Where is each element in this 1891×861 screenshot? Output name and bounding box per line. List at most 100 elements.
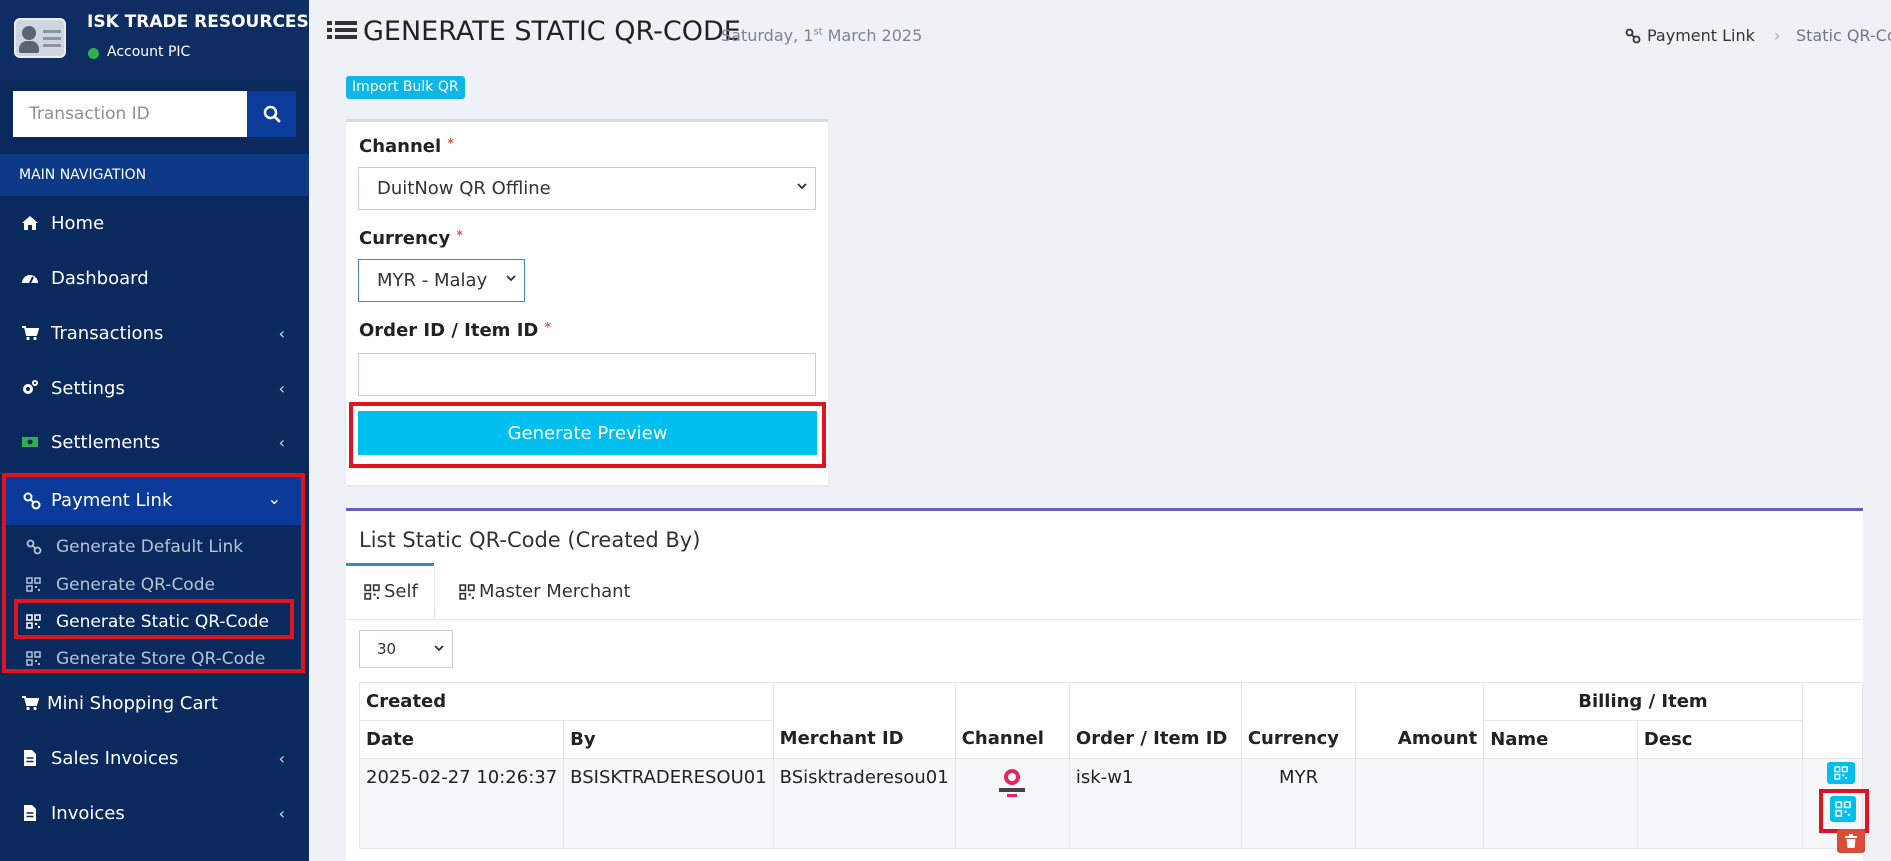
generate-preview-highlight: Generate Preview xyxy=(349,402,826,468)
chevron-left-icon: ‹ xyxy=(278,748,285,768)
qrcode-icon xyxy=(26,650,42,667)
breadcrumb-separator-icon: › xyxy=(1774,26,1781,45)
list-icon xyxy=(327,21,357,39)
sidebar-item-payment-link[interactable]: Payment Link ⌄ xyxy=(6,477,301,525)
column-actions xyxy=(1801,682,1864,759)
avatar xyxy=(14,18,66,58)
sidebar-item-label: Invoices xyxy=(51,802,125,824)
page-size-select[interactable]: 30 xyxy=(359,630,453,668)
active-tab-indicator xyxy=(346,563,434,566)
file-icon xyxy=(21,804,39,822)
main-navigation-header: MAIN NAVIGATION xyxy=(0,154,309,196)
cell-name xyxy=(1483,758,1638,849)
sidebar-sub-generate-default-link[interactable]: Generate Default Link xyxy=(6,528,301,565)
import-bulk-qr-button[interactable]: Import Bulk QR xyxy=(346,76,465,99)
transaction-search-input[interactable] xyxy=(13,91,247,137)
cell-channel xyxy=(954,758,1070,849)
list-title: List Static QR-Code (Created By) xyxy=(359,528,701,552)
sidebar-item-home[interactable]: Home xyxy=(0,199,309,247)
file-icon xyxy=(21,749,39,767)
account-role: Account PIC xyxy=(107,44,191,60)
sidebar-sub-label: Generate QR-Code xyxy=(56,574,215,595)
action-highlight xyxy=(1819,789,1869,833)
column-group-created: Created xyxy=(359,682,774,721)
tabs-separator xyxy=(346,619,1863,620)
cell-currency: MYR xyxy=(1240,758,1357,849)
sidebar-item-label: Payment Link xyxy=(51,490,173,511)
sidebar-item-invoices[interactable]: Invoices ‹ xyxy=(0,789,309,837)
qrcode-icon xyxy=(1834,766,1848,780)
currency-select-value: MYR - Malay xyxy=(377,270,488,291)
dashboard-icon xyxy=(21,269,39,287)
column-merchant-id: Merchant ID xyxy=(772,682,956,759)
column-channel: Channel xyxy=(954,682,1070,759)
column-amount: Amount xyxy=(1355,682,1485,759)
column-by: By xyxy=(563,720,774,759)
cell-order-item-id: isk-w1 xyxy=(1068,758,1242,849)
link-icon xyxy=(1625,28,1641,44)
sidebar-item-mini-shopping-cart[interactable]: Mini Shopping Cart xyxy=(0,679,309,727)
page-title: GENERATE STATIC QR-CODE xyxy=(363,16,741,47)
cell-desc xyxy=(1636,758,1803,849)
cell-date: 2025-02-27 10:26:37 xyxy=(358,758,565,849)
breadcrumb-payment-link[interactable]: Payment Link xyxy=(1647,26,1755,45)
tab-label: Self xyxy=(384,581,418,602)
cell-merchant-id: BSisktraderesou01 xyxy=(772,758,956,849)
tab-master-merchant[interactable]: Master Merchant xyxy=(459,581,631,602)
page-date: Saturday, 1st March 2025 xyxy=(721,26,923,45)
gears-icon xyxy=(21,379,39,397)
currency-label: Currency * xyxy=(359,228,463,249)
view-qr-button[interactable] xyxy=(1827,762,1855,784)
sidebar-item-settings[interactable]: Settings ‹ xyxy=(0,364,309,412)
tab-self[interactable]: Self xyxy=(364,581,418,602)
online-status-icon xyxy=(88,48,99,59)
sidebar-item-label: Home xyxy=(51,212,105,234)
sidebar-item-label: Transactions xyxy=(51,322,164,344)
channel-label: Channel * xyxy=(359,136,454,157)
sidebar-item-label: Sales Invoices xyxy=(51,747,179,769)
tab-label: Master Merchant xyxy=(479,581,631,602)
chevron-down-icon: ⌄ xyxy=(267,489,281,508)
chevron-left-icon: ‹ xyxy=(278,323,285,343)
order-id-input[interactable] xyxy=(358,353,816,396)
chevron-down-icon xyxy=(434,645,444,652)
column-desc: Desc xyxy=(1636,720,1803,759)
chevron-left-icon: ‹ xyxy=(278,378,285,398)
sidebar-sub-generate-store-qr-code[interactable]: Generate Store QR-Code xyxy=(6,640,301,677)
duitnow-qr-logo xyxy=(999,769,1026,797)
breadcrumb-current: Static QR-Code xyxy=(1796,26,1891,45)
user-panel: ISK TRADE RESOURCES Account PIC xyxy=(0,0,309,80)
company-name: ISK TRADE RESOURCES xyxy=(87,12,309,32)
sidebar-item-settlements[interactable]: Settlements ‹ xyxy=(0,418,309,466)
link-icon xyxy=(26,539,42,555)
chevron-left-icon: ‹ xyxy=(278,432,285,452)
sidebar-sub-label: Generate Default Link xyxy=(56,536,244,557)
qrcode-icon xyxy=(364,583,380,600)
search-icon xyxy=(263,105,280,123)
static-qr-list-panel: List Static QR-Code (Created By) Self Ma… xyxy=(346,508,1869,861)
sidebar-item-transactions[interactable]: Transactions ‹ xyxy=(0,309,309,357)
sidebar-sub-generate-qr-code[interactable]: Generate QR-Code xyxy=(6,566,301,603)
currency-select[interactable]: MYR - Malay xyxy=(358,259,525,302)
cell-amount xyxy=(1355,758,1485,849)
tab-divider xyxy=(434,566,435,619)
main-content: GENERATE STATIC QR-CODE Saturday, 1st Ma… xyxy=(309,0,1891,861)
sidebar-item-label: Settings xyxy=(51,377,125,399)
channel-select[interactable]: DuitNow QR Offline xyxy=(358,167,816,210)
column-group-billing-item: Billing / Item xyxy=(1483,682,1803,721)
chevron-left-icon: ‹ xyxy=(278,803,285,823)
sidebar-item-label: Mini Shopping Cart xyxy=(47,692,218,714)
trash-icon xyxy=(1845,834,1857,848)
search-button[interactable] xyxy=(247,91,296,137)
sidebar-item-dashboard[interactable]: Dashboard xyxy=(0,254,309,302)
cell-by: BSISKTRADERESOU01 xyxy=(563,758,774,849)
sidebar-item-label: Settlements xyxy=(51,431,161,453)
sidebar-item-sales-invoices[interactable]: Sales Invoices ‹ xyxy=(0,734,309,782)
sidebar-sub-label: Generate Store QR-Code xyxy=(56,648,266,669)
money-icon xyxy=(21,433,39,451)
shopping-cart-icon xyxy=(21,324,39,342)
sidebar: ISK TRADE RESOURCES Account PIC MAIN NAV… xyxy=(0,0,309,861)
column-currency: Currency xyxy=(1240,682,1357,759)
generate-preview-button[interactable]: Generate Preview xyxy=(358,411,817,455)
delete-qr-button[interactable] xyxy=(1837,829,1865,853)
